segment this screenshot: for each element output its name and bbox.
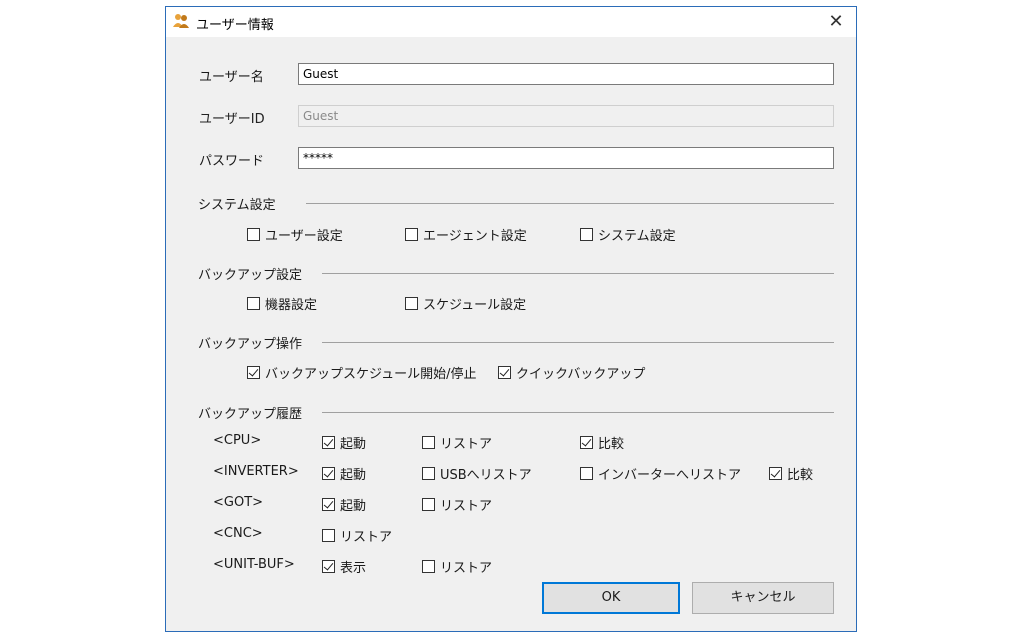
- checkbox-cpu-compare[interactable]: 比較: [580, 433, 624, 452]
- group-divider: [322, 273, 834, 274]
- checkbox-box[interactable]: [405, 297, 418, 310]
- checkbox-backup-schedule-start-stop[interactable]: バックアップスケジュール開始/停止: [247, 363, 476, 382]
- checkbox-box[interactable]: [322, 498, 335, 511]
- ok-button[interactable]: OK: [542, 582, 680, 614]
- checkbox-user-settings[interactable]: ユーザー設定: [247, 225, 343, 244]
- checkbox-cpu-restore[interactable]: リストア: [422, 433, 492, 452]
- checkbox-box[interactable]: [422, 560, 435, 573]
- checkbox-box[interactable]: [769, 467, 782, 480]
- close-icon: ✕: [828, 11, 844, 32]
- checkbox-inverter-restore[interactable]: インバーターへリストア: [580, 464, 741, 483]
- checkbox-unitbuf-display[interactable]: 表示: [322, 557, 366, 576]
- user-id-field: [298, 105, 834, 127]
- group-divider: [322, 412, 834, 413]
- checkbox-got-restore[interactable]: リストア: [422, 495, 492, 514]
- close-button[interactable]: ✕: [816, 7, 856, 37]
- checkbox-label: 比較: [787, 468, 814, 483]
- checkbox-box[interactable]: [322, 529, 335, 542]
- password-label: パスワード: [199, 154, 265, 169]
- checkbox-label: 表示: [340, 561, 367, 576]
- checkbox-label: 起動: [340, 499, 367, 514]
- history-row-label: <CNC>: [213, 526, 263, 541]
- checkbox-box[interactable]: [247, 366, 260, 379]
- checkbox-quick-backup[interactable]: クイックバックアップ: [498, 363, 645, 382]
- checkbox-inverter-usb-restore[interactable]: USBへリストア: [422, 464, 532, 483]
- checkbox-box[interactable]: [580, 228, 593, 241]
- backup-operation-header: バックアップ操作: [198, 337, 303, 352]
- checkbox-label: USBへリストア: [440, 468, 532, 483]
- checkbox-label: 起動: [340, 437, 367, 452]
- checkbox-device-settings[interactable]: 機器設定: [247, 294, 317, 313]
- checkbox-label: ユーザー設定: [265, 229, 343, 244]
- checkbox-label: バックアップスケジュール開始/停止: [265, 367, 477, 382]
- checkbox-box[interactable]: [322, 467, 335, 480]
- checkbox-box[interactable]: [322, 560, 335, 573]
- checkbox-label: リストア: [440, 499, 493, 514]
- history-row-label: <CPU>: [213, 433, 262, 448]
- checkbox-label: リストア: [440, 561, 493, 576]
- checkbox-unitbuf-restore[interactable]: リストア: [422, 557, 492, 576]
- checkbox-inverter-start[interactable]: 起動: [322, 464, 366, 483]
- cancel-button[interactable]: キャンセル: [692, 582, 834, 614]
- checkbox-box[interactable]: [580, 436, 593, 449]
- group-divider: [306, 203, 834, 204]
- user-name-label: ユーザー名: [199, 70, 264, 85]
- backup-history-header: バックアップ履歴: [198, 407, 303, 422]
- checkbox-cpu-start[interactable]: 起動: [322, 433, 366, 452]
- checkbox-label: インバーターへリストア: [598, 468, 742, 483]
- password-input[interactable]: [298, 147, 834, 169]
- backup-settings-header: バックアップ設定: [198, 268, 303, 283]
- checkbox-box[interactable]: [247, 297, 260, 310]
- checkbox-box[interactable]: [247, 228, 260, 241]
- checkbox-box[interactable]: [422, 498, 435, 511]
- group-divider: [322, 342, 834, 343]
- checkbox-box[interactable]: [405, 228, 418, 241]
- user-info-dialog: ユーザー情報 ✕ ユーザー名 ユーザーID パスワード システム設定 ユーザー設…: [165, 6, 857, 632]
- checkbox-system-settings[interactable]: システム設定: [580, 225, 676, 244]
- window-title: ユーザー情報: [196, 18, 274, 33]
- checkbox-label: 比較: [598, 437, 625, 452]
- checkbox-label: リストア: [340, 530, 393, 545]
- checkbox-label: クイックバックアップ: [516, 367, 646, 382]
- checkbox-label: システム設定: [598, 229, 676, 244]
- checkbox-box[interactable]: [422, 436, 435, 449]
- checkbox-label: スケジュール設定: [423, 298, 527, 313]
- checkbox-cnc-restore[interactable]: リストア: [322, 526, 392, 545]
- checkbox-box[interactable]: [580, 467, 593, 480]
- history-row-label: <GOT>: [213, 495, 264, 510]
- checkbox-box[interactable]: [322, 436, 335, 449]
- checkbox-label: リストア: [440, 437, 493, 452]
- user-id-label: ユーザーID: [199, 112, 265, 127]
- checkbox-label: 機器設定: [265, 298, 318, 313]
- checkbox-label: 起動: [340, 468, 367, 483]
- checkbox-inverter-compare[interactable]: 比較: [769, 464, 813, 483]
- checkbox-box[interactable]: [422, 467, 435, 480]
- history-row-label: <INVERTER>: [213, 464, 299, 479]
- checkbox-agent-settings[interactable]: エージェント設定: [405, 225, 527, 244]
- checkbox-schedule-settings[interactable]: スケジュール設定: [405, 294, 526, 313]
- checkbox-label: エージェント設定: [423, 229, 527, 244]
- system-settings-header: システム設定: [198, 198, 276, 213]
- checkbox-box[interactable]: [498, 366, 511, 379]
- history-row-label: <UNIT-BUF>: [213, 557, 295, 572]
- users-app-icon: [173, 14, 189, 28]
- checkbox-got-start[interactable]: 起動: [322, 495, 366, 514]
- user-name-input[interactable]: [298, 63, 834, 85]
- title-bar[interactable]: ユーザー情報 ✕: [166, 7, 856, 37]
